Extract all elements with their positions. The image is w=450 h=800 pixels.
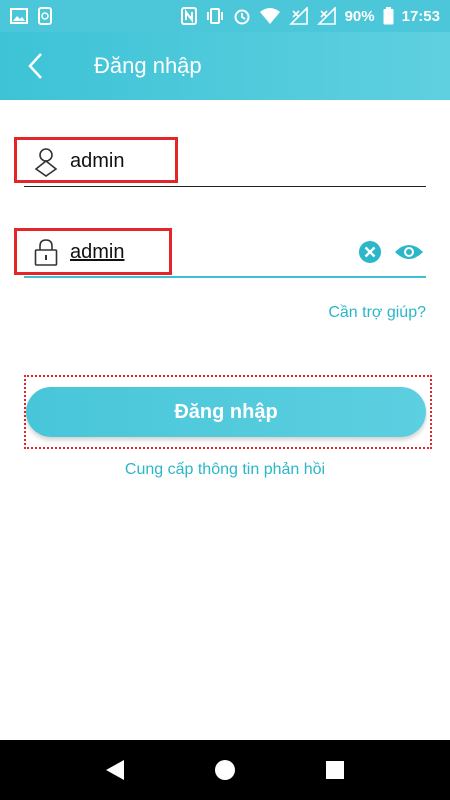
alarm-icon xyxy=(234,9,250,25)
clear-icon[interactable] xyxy=(358,240,382,264)
triangle-back-icon xyxy=(106,760,124,780)
battery-percent: 90% xyxy=(344,7,375,25)
app-bar: Đăng nhập xyxy=(0,32,450,100)
nav-recents-button[interactable] xyxy=(315,750,355,790)
password-actions xyxy=(358,240,424,264)
wifi-icon xyxy=(259,8,280,24)
nav-home-button[interactable] xyxy=(205,750,245,790)
signal-icon xyxy=(288,7,308,25)
login-button[interactable]: Đăng nhập xyxy=(26,387,426,437)
gallery-icon xyxy=(10,8,28,24)
page-title: Đăng nhập xyxy=(94,53,202,78)
eye-icon[interactable] xyxy=(394,242,424,262)
username-field[interactable]: admin xyxy=(24,137,426,187)
app-notification-icon xyxy=(38,7,52,25)
status-left-icons xyxy=(10,7,52,25)
circle-home-icon xyxy=(215,760,235,780)
feedback-link[interactable]: Cung cấp thông tin phản hồi xyxy=(0,461,450,479)
signal-icon-2 xyxy=(316,7,336,25)
clock: 17:53 xyxy=(401,7,440,25)
nav-back-button[interactable] xyxy=(95,750,135,790)
chevron-left-icon xyxy=(28,53,42,79)
password-value[interactable]: admin xyxy=(70,241,124,264)
square-recents-icon xyxy=(326,761,344,779)
vibrate-icon xyxy=(206,8,223,24)
battery-icon xyxy=(383,7,394,25)
navigation-bar xyxy=(0,740,450,800)
help-link[interactable]: Cần trợ giúp? xyxy=(328,304,426,322)
user-icon xyxy=(30,146,62,178)
status-bar: 90% 17:53 xyxy=(0,0,450,32)
password-field[interactable]: admin xyxy=(24,228,426,278)
lock-icon xyxy=(30,236,62,268)
username-value[interactable]: admin xyxy=(70,150,124,173)
back-button[interactable] xyxy=(0,32,70,100)
status-right-icons: 90% 17:53 xyxy=(180,7,440,25)
nfc-icon xyxy=(180,7,197,25)
